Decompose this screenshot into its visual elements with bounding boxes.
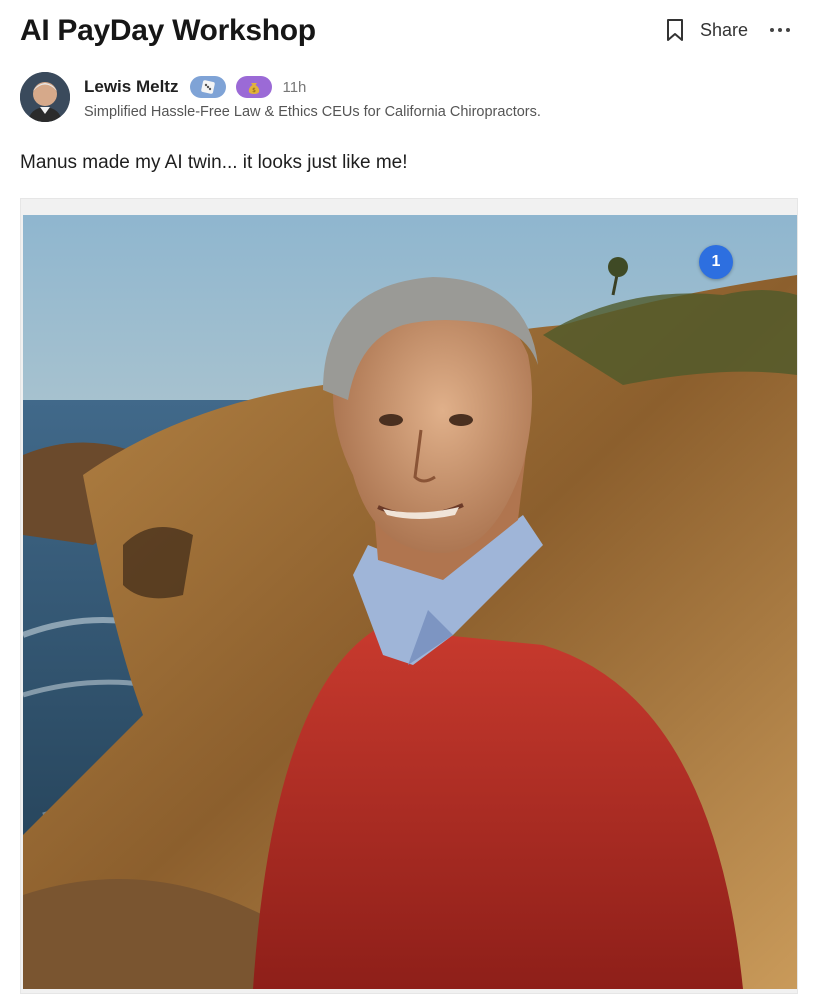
page-title: AI PayDay Workshop xyxy=(20,14,316,47)
share-button[interactable]: Share xyxy=(700,20,748,41)
image-counter-badge[interactable]: 1 xyxy=(699,245,733,279)
svg-text:$: $ xyxy=(253,87,257,94)
more-horizontal-icon xyxy=(770,28,774,32)
post-time: 11h xyxy=(282,78,307,96)
dice-icon xyxy=(201,80,216,94)
money-bag-icon: $ xyxy=(249,83,260,94)
author-block: Lewis Meltz $ 11h Simplified Hassle-Free… xyxy=(20,72,798,124)
bookmark-icon xyxy=(666,19,683,41)
post-image[interactable] xyxy=(23,215,797,989)
header-actions: Share xyxy=(664,16,792,44)
avatar[interactable] xyxy=(20,72,70,122)
author-name-row: Lewis Meltz $ 11h xyxy=(84,74,306,100)
post-text: Manus made my AI twin... it looks just l… xyxy=(20,152,408,173)
badge-money[interactable]: $ xyxy=(236,76,273,98)
bookmark-button[interactable] xyxy=(664,16,686,44)
author-bio: Simplified Hassle-Free Law & Ethics CEUs… xyxy=(84,104,541,120)
more-options-button[interactable] xyxy=(768,24,792,36)
badge-dice[interactable] xyxy=(190,76,227,98)
author-name[interactable]: Lewis Meltz xyxy=(84,77,178,97)
post-media: 1 xyxy=(20,198,798,994)
post-header: AI PayDay Workshop Share xyxy=(20,12,798,52)
